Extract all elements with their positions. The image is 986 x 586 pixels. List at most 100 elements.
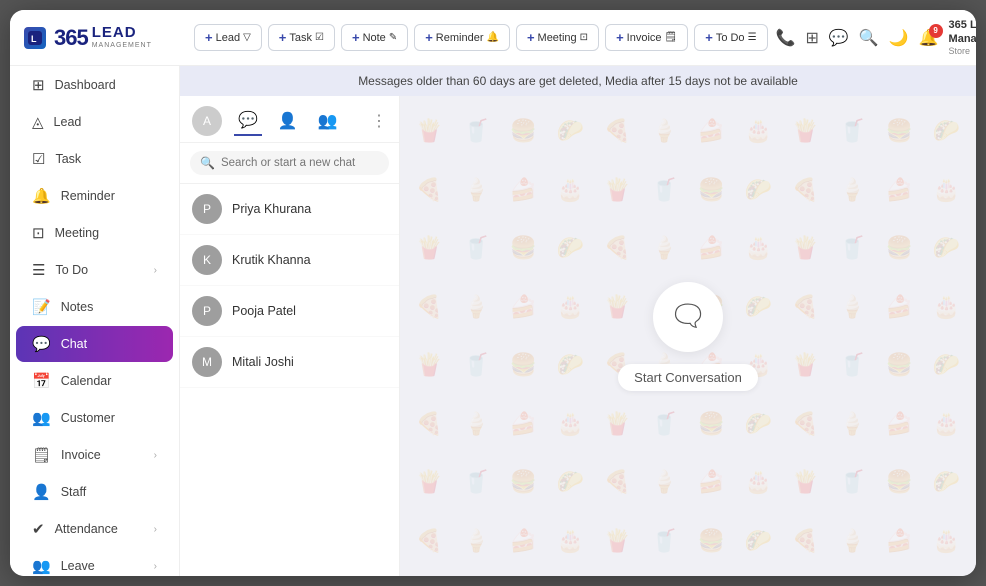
sidebar-item-staff[interactable]: 👤 Staff [16, 474, 173, 510]
add-lead-button[interactable]: + Lead ▽ [194, 24, 262, 51]
add-meeting-button[interactable]: + Meeting ⊡ [516, 24, 599, 51]
contact-name-mitali: Mitali Joshi [232, 355, 387, 369]
add-todo-button[interactable]: + To Do ☰ [694, 24, 767, 51]
chat-tab-more-icon[interactable]: ⋮ [371, 111, 387, 131]
sidebar-item-notes[interactable]: 📝 Notes [16, 289, 173, 325]
sidebar: ⊞ Dashboard ◬ Lead ☑ Task 🔔 Reminder ⊡ M… [10, 66, 180, 576]
sidebar-icon-meeting: ⊡ [32, 224, 45, 242]
search-input[interactable] [221, 157, 379, 169]
bg-icon-77: 🍦 [643, 455, 686, 510]
sidebar-icon-staff: 👤 [32, 483, 51, 501]
bg-icon-23: 🎂 [925, 163, 968, 218]
bg-icon-68: 🍕 [784, 397, 827, 452]
add-reminder-button[interactable]: + Reminder 🔔 [414, 24, 510, 51]
top-right-icons: 📞 ⊞ 💬 🔍 🌙 🔔 9 365 Lead Management Store … [776, 19, 976, 55]
bg-icon-1: 🥤 [455, 104, 498, 159]
chat-tab-messages-icon[interactable]: 💬 [234, 106, 262, 136]
bg-icon-24: 🍟 [408, 221, 451, 276]
bg-icon-69: 🍦 [831, 397, 874, 452]
sidebar-item-customer[interactable]: 👥 Customer [16, 400, 173, 436]
bg-icon-34: 🍔 [878, 221, 921, 276]
bg-icon-64: 🍟 [596, 397, 639, 452]
contact-name-priya: Priya Khurana [232, 202, 387, 216]
conversation-icon-circle: 🗨 [653, 282, 723, 352]
bg-icon-91: 🌮 [737, 514, 780, 569]
bg-icon-47: 🎂 [925, 280, 968, 335]
sidebar-item-invoice[interactable]: 🗒 Invoice › [16, 437, 173, 473]
svg-text:L: L [31, 34, 37, 44]
bg-icon-60: 🍕 [408, 397, 451, 452]
chat-tab-groups-icon[interactable]: 👥 [314, 107, 342, 135]
bg-icon-46: 🍰 [878, 280, 921, 335]
chat-icon[interactable]: 💬 [829, 28, 849, 48]
bg-icon-88: 🍟 [596, 514, 639, 569]
top-bar: L 365 LEAD MANAGEMENT + Lead ▽ + Task ☑ [10, 10, 976, 66]
sidebar-item-dashboard[interactable]: ⊞ Dashboard [16, 67, 173, 103]
contact-item-pooja[interactable]: P Pooja Patel [180, 286, 399, 337]
logo-icon: L [24, 27, 46, 49]
chat-tabs: A 💬 👤 👥 ⋮ [180, 96, 399, 143]
bg-icon-56: 🍟 [784, 338, 827, 393]
bg-icon-90: 🍔 [690, 514, 733, 569]
add-note-button[interactable]: + Note ✎ [341, 24, 408, 51]
bg-icon-32: 🍟 [784, 221, 827, 276]
phone-icon[interactable]: 📞 [776, 28, 796, 48]
notification-badge[interactable]: 🔔 9 [919, 28, 939, 48]
sidebar-label-lead: Lead [54, 115, 157, 129]
contact-item-priya[interactable]: P Priya Khurana [180, 184, 399, 235]
sidebar-label-chat: Chat [61, 337, 157, 351]
sidebar-label-todo: To Do [55, 263, 143, 277]
bg-icon-79: 🎂 [737, 455, 780, 510]
bg-icon-59: 🌮 [925, 338, 968, 393]
grid-icon[interactable]: ⊞ [805, 28, 818, 48]
chat-layout: A 💬 👤 👥 ⋮ 🔍 P Priya Khurana [180, 96, 976, 576]
contact-avatar-pooja: P [192, 296, 222, 326]
bg-icon-15: 🎂 [549, 163, 592, 218]
contact-item-krutik[interactable]: K Krutik Khanna [180, 235, 399, 286]
sidebar-item-lead[interactable]: ◬ Lead [16, 104, 173, 140]
bg-icon-66: 🍔 [690, 397, 733, 452]
sidebar-icon-attendance: ✔ [32, 520, 45, 538]
sidebar-item-reminder[interactable]: 🔔 Reminder [16, 178, 173, 214]
sidebar-item-todo[interactable]: ☰ To Do › [16, 252, 173, 288]
bg-icon-72: 🍟 [408, 455, 451, 510]
bg-icon-4: 🍕 [596, 104, 639, 159]
add-invoice-button[interactable]: + Invoice 🗒 [605, 24, 688, 51]
search-icon[interactable]: 🔍 [859, 28, 879, 48]
contact-list: P Priya Khurana K Krutik Khanna P Pooja … [180, 184, 399, 576]
bg-icon-31: 🎂 [737, 221, 780, 276]
bg-icon-21: 🍦 [831, 163, 874, 218]
chat-tab-contacts-icon[interactable]: 👤 [274, 107, 302, 135]
bg-icon-8: 🍟 [784, 104, 827, 159]
sidebar-label-attendance: Attendance [55, 522, 144, 536]
bg-icon-14: 🍰 [502, 163, 545, 218]
contact-info-krutik: Krutik Khanna [232, 253, 387, 267]
bg-icon-16: 🍟 [596, 163, 639, 218]
contact-item-mitali[interactable]: M Mitali Joshi [180, 337, 399, 388]
sidebar-item-calendar[interactable]: 📅 Calendar [16, 363, 173, 399]
contact-name-krutik: Krutik Khanna [232, 253, 387, 267]
bg-icon-22: 🍰 [878, 163, 921, 218]
bg-icon-11: 🌮 [925, 104, 968, 159]
bg-icon-94: 🍰 [878, 514, 921, 569]
add-task-button[interactable]: + Task ☑ [268, 24, 335, 51]
bg-icon-13: 🍦 [455, 163, 498, 218]
bg-icon-36: 🍕 [408, 280, 451, 335]
sidebar-item-leave[interactable]: 👥 Leave › [16, 548, 173, 576]
sidebar-item-task[interactable]: ☑ Task [16, 141, 173, 177]
main-area: ⊞ Dashboard ◬ Lead ☑ Task 🔔 Reminder ⊡ M… [10, 66, 976, 576]
bg-icon-37: 🍦 [455, 280, 498, 335]
bg-icon-92: 🍕 [784, 514, 827, 569]
sidebar-item-chat[interactable]: 💬 Chat [16, 326, 173, 362]
moon-icon[interactable]: 🌙 [889, 28, 909, 48]
sidebar-label-task: Task [55, 152, 157, 166]
bg-icon-71: 🎂 [925, 397, 968, 452]
bg-icon-45: 🍦 [831, 280, 874, 335]
user-info[interactable]: 365 Lead Management Store A [949, 19, 976, 55]
sidebar-item-attendance[interactable]: ✔ Attendance › [16, 511, 173, 547]
sidebar-item-meeting[interactable]: ⊡ Meeting [16, 215, 173, 251]
sidebar-icon-todo: ☰ [32, 261, 45, 279]
logo-box: L 365 LEAD MANAGEMENT [24, 25, 152, 51]
bg-icon-5: 🍦 [643, 104, 686, 159]
content-area: Messages older than 60 days are get dele… [180, 66, 976, 576]
